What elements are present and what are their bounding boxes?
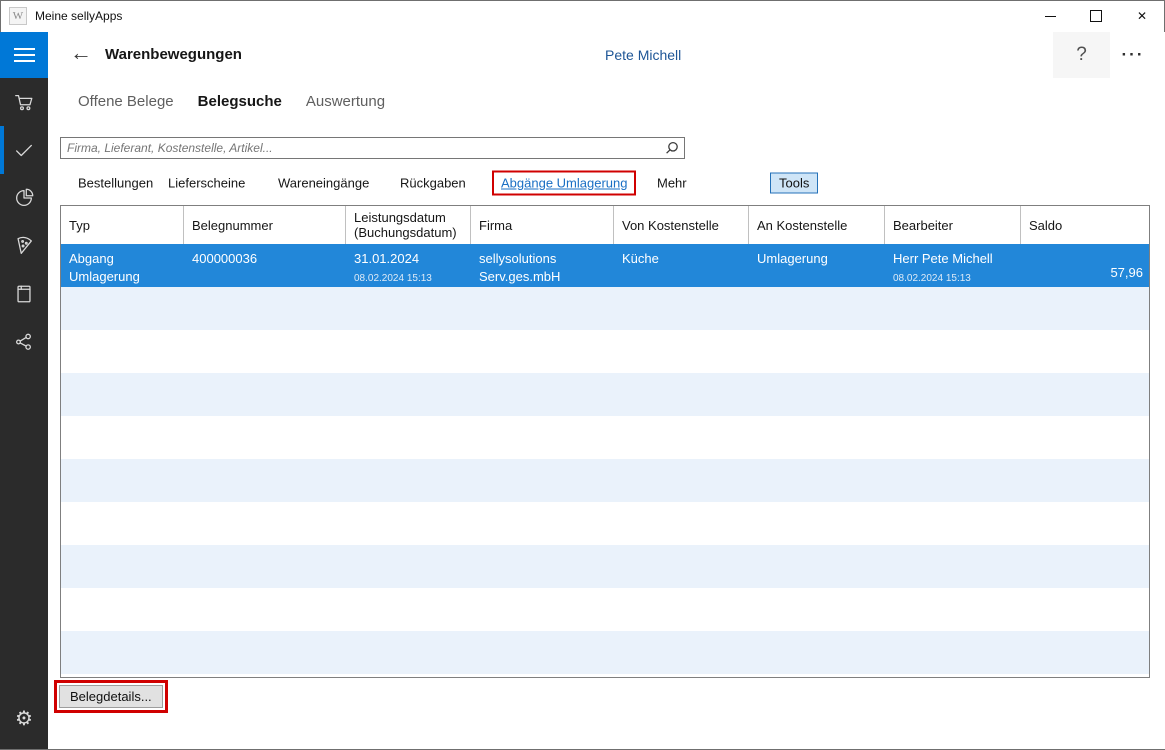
column-header-an-kostenstelle[interactable]: An Kostenstelle <box>749 206 885 244</box>
more-options-button[interactable]: ··· <box>1109 32 1157 78</box>
table-header: Typ Belegnummer Leistungsdatum(Buchungsd… <box>61 206 1149 246</box>
filter-rueckgaben[interactable]: Rückgaben <box>400 176 466 191</box>
search-icon <box>665 141 679 155</box>
cell-saldo: 57,96 <box>1021 246 1149 287</box>
maximize-icon <box>1090 10 1102 22</box>
user-name: Pete Michell <box>605 47 681 63</box>
back-button[interactable]: ← <box>70 40 92 66</box>
cell-von-kostenstelle: Küche <box>614 246 749 287</box>
close-icon: ✕ <box>1137 9 1147 23</box>
sidebar-item-food[interactable] <box>0 222 48 270</box>
share-icon <box>13 331 35 353</box>
cell-an-kostenstelle: Umlagerung <box>749 246 885 287</box>
column-header-leistungsdatum[interactable]: Leistungsdatum(Buchungsdatum) <box>346 206 471 244</box>
cell-bearbeiter: Herr Pete Michell 08.02.2024 15:13 <box>885 246 1021 287</box>
filter-mehr[interactable]: Mehr <box>657 176 687 191</box>
page-title: Warenbewegungen <box>105 46 242 63</box>
book-icon <box>13 283 35 305</box>
results-table: Typ Belegnummer Leistungsdatum(Buchungsd… <box>60 205 1150 678</box>
cell-typ: Abgang Umlagerung <box>61 246 184 287</box>
minimize-button[interactable] <box>1027 0 1073 32</box>
window-title: Meine sellyApps <box>35 9 122 23</box>
cell-buchungsdatum: 08.02.2024 15:13 <box>354 272 463 286</box>
filter-wareneingaenge[interactable]: Wareneingänge <box>278 176 369 191</box>
tab-offene-belege[interactable]: Offene Belege <box>78 93 174 110</box>
tab-bar: Offene Belege Belegsuche Auswertung <box>78 93 385 110</box>
hamburger-menu-button[interactable] <box>0 32 48 78</box>
search-input[interactable] <box>61 141 665 155</box>
annotation-box-filter: Abgänge Umlagerung <box>492 171 636 196</box>
cart-icon <box>13 91 35 113</box>
check-icon <box>13 139 35 161</box>
empty-rows-area <box>61 287 1149 677</box>
search-box <box>60 137 685 159</box>
window-controls: ✕ <box>1027 0 1165 32</box>
minimize-icon <box>1045 16 1056 17</box>
cell-bearbeiter-datum: 08.02.2024 15:13 <box>893 272 1013 286</box>
column-header-saldo[interactable]: Saldo <box>1021 206 1149 244</box>
filter-bar: Bestellungen Lieferscheine Wareneingänge… <box>48 165 1165 201</box>
filter-lieferscheine[interactable]: Lieferscheine <box>168 176 245 191</box>
hamburger-icon <box>14 44 35 66</box>
help-button[interactable]: ? <box>1053 32 1110 78</box>
app-window: W Meine sellyApps ✕ <box>0 0 1165 750</box>
main-content: ← Warenbewegungen Pete Michell ? ··· Off… <box>48 32 1165 749</box>
tab-belegsuche[interactable]: Belegsuche <box>198 93 282 110</box>
sidebar-item-settings[interactable]: ⚙ <box>0 699 48 739</box>
column-header-von-kostenstelle[interactable]: Von Kostenstelle <box>614 206 749 244</box>
column-header-typ[interactable]: Typ <box>61 206 184 244</box>
cell-firma: sellysolutions Serv.ges.mbH <box>471 246 614 287</box>
sidebar-item-tasks[interactable] <box>0 126 48 174</box>
table-row-selected[interactable]: Abgang Umlagerung 400000036 31.01.2024 0… <box>61 246 1149 287</box>
sidebar: ⚙ <box>0 32 48 749</box>
cell-belegnummer: 400000036 <box>184 246 346 287</box>
help-icon: ? <box>1076 44 1087 66</box>
annotation-box-details: Belegdetails... <box>54 680 168 713</box>
cell-leistungsdatum: 31.01.2024 08.02.2024 15:13 <box>346 246 471 287</box>
column-header-firma[interactable]: Firma <box>471 206 614 244</box>
sidebar-item-cart[interactable] <box>0 78 48 126</box>
filter-abgaenge-umlagerung[interactable]: Abgänge Umlagerung <box>501 176 627 191</box>
sidebar-item-share[interactable] <box>0 318 48 366</box>
belegdetails-button[interactable]: Belegdetails... <box>59 685 163 708</box>
sidebar-item-catalog[interactable] <box>0 270 48 318</box>
column-header-belegnummer[interactable]: Belegnummer <box>184 206 346 244</box>
pizza-icon <box>13 235 35 257</box>
sidebar-item-reports[interactable] <box>0 174 48 222</box>
tools-button[interactable]: Tools <box>770 173 818 194</box>
tab-auswertung[interactable]: Auswertung <box>306 93 385 110</box>
app-logo-icon: W <box>9 7 27 25</box>
close-button[interactable]: ✕ <box>1119 0 1165 32</box>
column-header-bearbeiter[interactable]: Bearbeiter <box>885 206 1021 244</box>
pie-chart-icon <box>13 187 35 209</box>
titlebar: W Meine sellyApps ✕ <box>0 0 1165 32</box>
maximize-button[interactable] <box>1073 0 1119 32</box>
filter-bestellungen[interactable]: Bestellungen <box>78 176 153 191</box>
ellipsis-icon: ··· <box>1122 45 1145 65</box>
gear-icon: ⚙ <box>15 709 33 729</box>
